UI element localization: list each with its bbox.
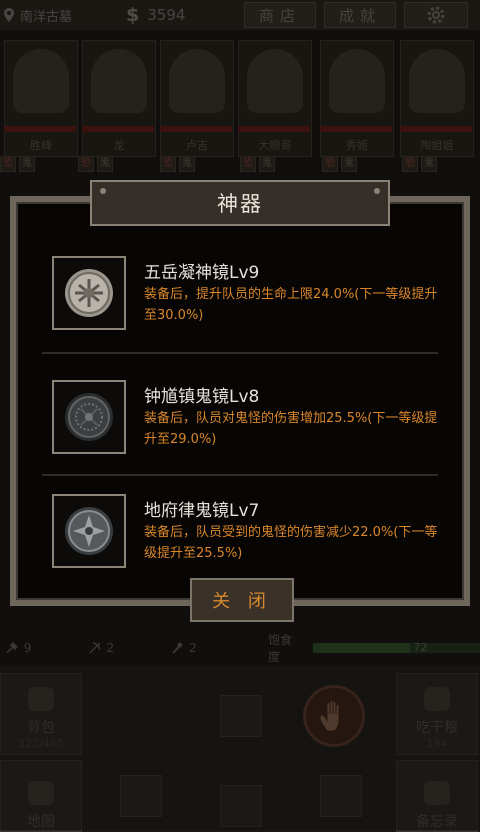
artifact-name: 地府律鬼镜Lv7 — [144, 501, 260, 521]
artifact-icon-frame — [52, 494, 126, 568]
mirror-icon — [65, 269, 113, 317]
artifact-icon-frame — [52, 380, 126, 454]
rivet — [100, 188, 106, 194]
artifact-entry[interactable]: 五岳凝神镜Lv9 装备后，提升队员的生命上限24.0%(下一等级提升至30.0%… — [42, 250, 442, 340]
artifact-description: 装备后，队员对鬼怪的伤害增加25.5%(下一等级提升至29.0%) — [144, 411, 438, 447]
mirror-icon — [65, 393, 113, 441]
artifact-name: 五岳凝神镜Lv9 — [144, 263, 260, 283]
artifact-description: 装备后，队员受到的鬼怪的伤害减少22.0%(下一等级提升至25.5%) — [144, 525, 438, 561]
artifact-name: 钟馗镇鬼镜Lv8 — [144, 387, 260, 407]
artifacts-dialog: 五岳凝神镜Lv9 装备后，提升队员的生命上限24.0%(下一等级提升至30.0%… — [10, 196, 470, 606]
rivet — [374, 188, 380, 194]
mirror-icon — [65, 507, 113, 555]
close-button[interactable]: 关 闭 — [190, 578, 294, 622]
artifact-description: 装备后，提升队员的生命上限24.0%(下一等级提升至30.0%) — [144, 287, 438, 323]
artifact-icon-frame — [52, 256, 126, 330]
divider — [42, 474, 438, 476]
divider — [42, 352, 438, 354]
dialog-title-text: 神器 — [217, 192, 263, 216]
dialog-title: 神器 — [90, 180, 390, 226]
artifact-entry[interactable]: 钟馗镇鬼镜Lv8 装备后，队员对鬼怪的伤害增加25.5%(下一等级提升至29.0… — [42, 374, 442, 464]
artifact-entry[interactable]: 地府律鬼镜Lv7 装备后，队员受到的鬼怪的伤害减少22.0%(下一等级提升至25… — [42, 488, 442, 578]
